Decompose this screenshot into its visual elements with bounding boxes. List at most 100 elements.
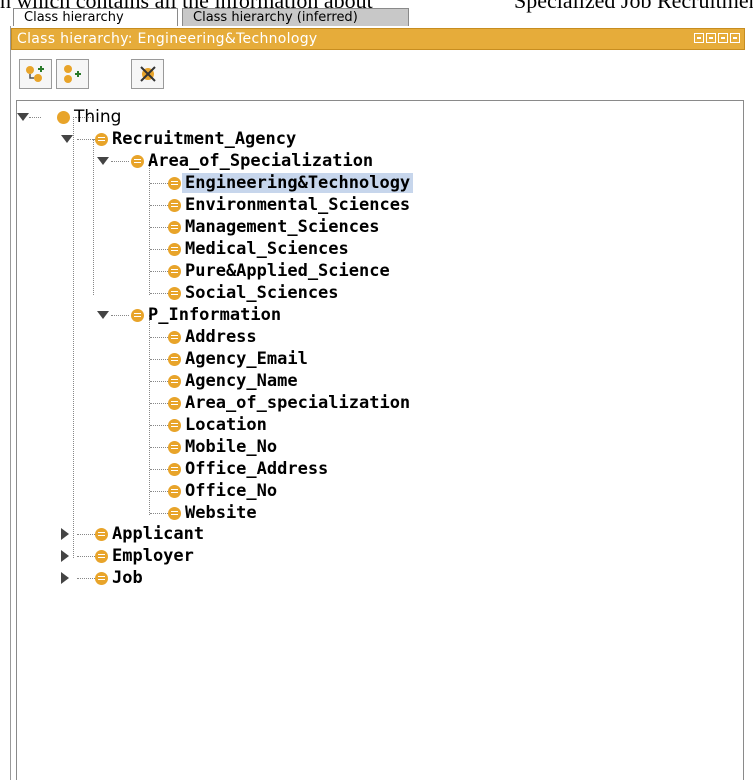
tree-node-thing[interactable]: Thing [57,106,121,128]
tree-node-pure-applied-science[interactable]: Pure&Applied_Science [168,260,390,282]
class-label: Website [185,503,257,523]
tree-line [149,161,150,295]
split-icon[interactable] [706,33,716,43]
tree-node-area-of-specialization[interactable]: Area_of_Specialization [131,150,373,172]
tree-line [77,534,95,535]
panel-title: Class hierarchy: Engineering&Technology [17,31,318,47]
class-icon [57,110,70,124]
tree-node-job[interactable]: Job [95,567,143,589]
class-icon [168,440,181,454]
class-label: Recruitment_Agency [112,129,297,149]
class-icon [131,308,144,322]
tree-line [150,249,168,250]
tree-line [150,359,168,360]
class-icon [168,484,181,498]
class-icon [168,220,181,234]
class-icon [168,462,181,476]
tree-node-area-of-specialization-prop[interactable]: Area_of_specialization [168,392,410,414]
tree-line [150,403,168,404]
class-icon [168,374,181,388]
tree-node-management-sciences[interactable]: Management_Sciences [168,216,379,238]
add-subclass-button[interactable] [19,59,52,89]
tree-line [150,293,168,294]
tree-line [150,425,168,426]
delete-class-button[interactable] [131,59,164,89]
class-label: Social_Sciences [185,283,339,303]
class-label: Management_Sciences [185,217,380,237]
tree-line [77,556,95,557]
window-controls [694,33,740,45]
class-label: P_Information [148,305,282,325]
collapse-thing-toggle[interactable] [17,113,29,121]
class-label: Engineering&Technology [182,173,414,193]
tree-line [150,469,168,470]
collapse-p-information-toggle[interactable] [97,311,109,319]
add-sibling-button[interactable] [56,59,89,89]
class-icon [95,527,108,541]
tree-line [73,117,74,558]
class-label: Area_of_specialization [185,393,411,413]
expand-applicant-toggle[interactable] [61,528,69,540]
caption-right-text: Specialized Job Recruitment [514,0,753,13]
class-label: Pure&Applied_Science [185,261,390,281]
class-icon [168,198,181,212]
document-caption: n which contains all the information abo… [0,0,753,13]
tree-node-recruitment-agency[interactable]: Recruitment_Agency [95,128,296,150]
class-icon [168,242,181,256]
caption-left-text: n which contains all the information abo… [0,0,373,13]
class-icon [168,506,181,520]
close-icon[interactable] [730,33,740,43]
class-icon [95,571,108,585]
tree-node-address[interactable]: Address [168,326,257,348]
tree-node-office-address[interactable]: Office_Address [168,458,328,480]
tree-node-applicant[interactable]: Applicant [95,523,204,545]
tree-node-mobile-no[interactable]: Mobile_No [168,436,277,458]
expand-employer-toggle[interactable] [61,550,69,562]
hierarchy-toolbar [11,50,745,98]
tree-line [77,139,95,140]
tree-line [150,491,168,492]
tree-line [77,578,95,579]
tree-line [149,315,150,515]
expand-job-toggle[interactable] [61,572,69,584]
tree-node-agency-name[interactable]: Agency_Name [168,370,298,392]
class-icon [95,549,108,563]
class-label: Thing [74,107,122,127]
class-icon [131,154,144,168]
tree-node-engineering-technology[interactable]: Engineering&Technology [168,172,414,194]
pin-icon[interactable] [694,33,704,43]
tree-node-p-information[interactable]: P_Information [131,304,281,326]
tree-node-medical-sciences[interactable]: Medical_Sciences [168,238,349,260]
tree-line [150,183,168,184]
class-label: Agency_Email [185,349,308,369]
tree-node-website[interactable]: Website [168,502,257,524]
tree-node-environmental-sciences[interactable]: Environmental_Sciences [168,194,410,216]
tree-node-location[interactable]: Location [168,414,267,436]
tree-line [150,227,168,228]
maximize-icon[interactable] [718,33,728,43]
tree-node-employer[interactable]: Employer [95,545,194,567]
class-tree: Thing Recruitment_Agency Area_of_Special… [16,100,744,780]
class-label: Address [185,327,257,347]
collapse-area-toggle[interactable] [97,157,109,165]
tree-node-agency-email[interactable]: Agency_Email [168,348,308,370]
class-label: Applicant [112,524,205,544]
tree-line [150,447,168,448]
tree-line [29,117,41,118]
panel-header: Class hierarchy: Engineering&Technology [11,28,745,50]
tree-line [150,381,168,382]
tree-line [150,271,168,272]
add-subclass-icon [25,66,44,82]
class-label: Medical_Sciences [185,239,349,259]
class-label: Office_Address [185,459,329,479]
tree-node-social-sciences[interactable]: Social_Sciences [168,282,339,304]
delete-class-icon [139,66,156,82]
add-sibling-icon [63,65,81,83]
collapse-recruitment-agency-toggle[interactable] [61,135,73,143]
class-label: Mobile_No [185,437,278,457]
class-icon [168,396,181,410]
class-icon [168,352,181,366]
protege-window: Class hierarchy Class hierarchy (inferre… [0,0,753,780]
tree-node-office-no[interactable]: Office_No [168,480,277,502]
class-label: Agency_Name [185,371,298,391]
